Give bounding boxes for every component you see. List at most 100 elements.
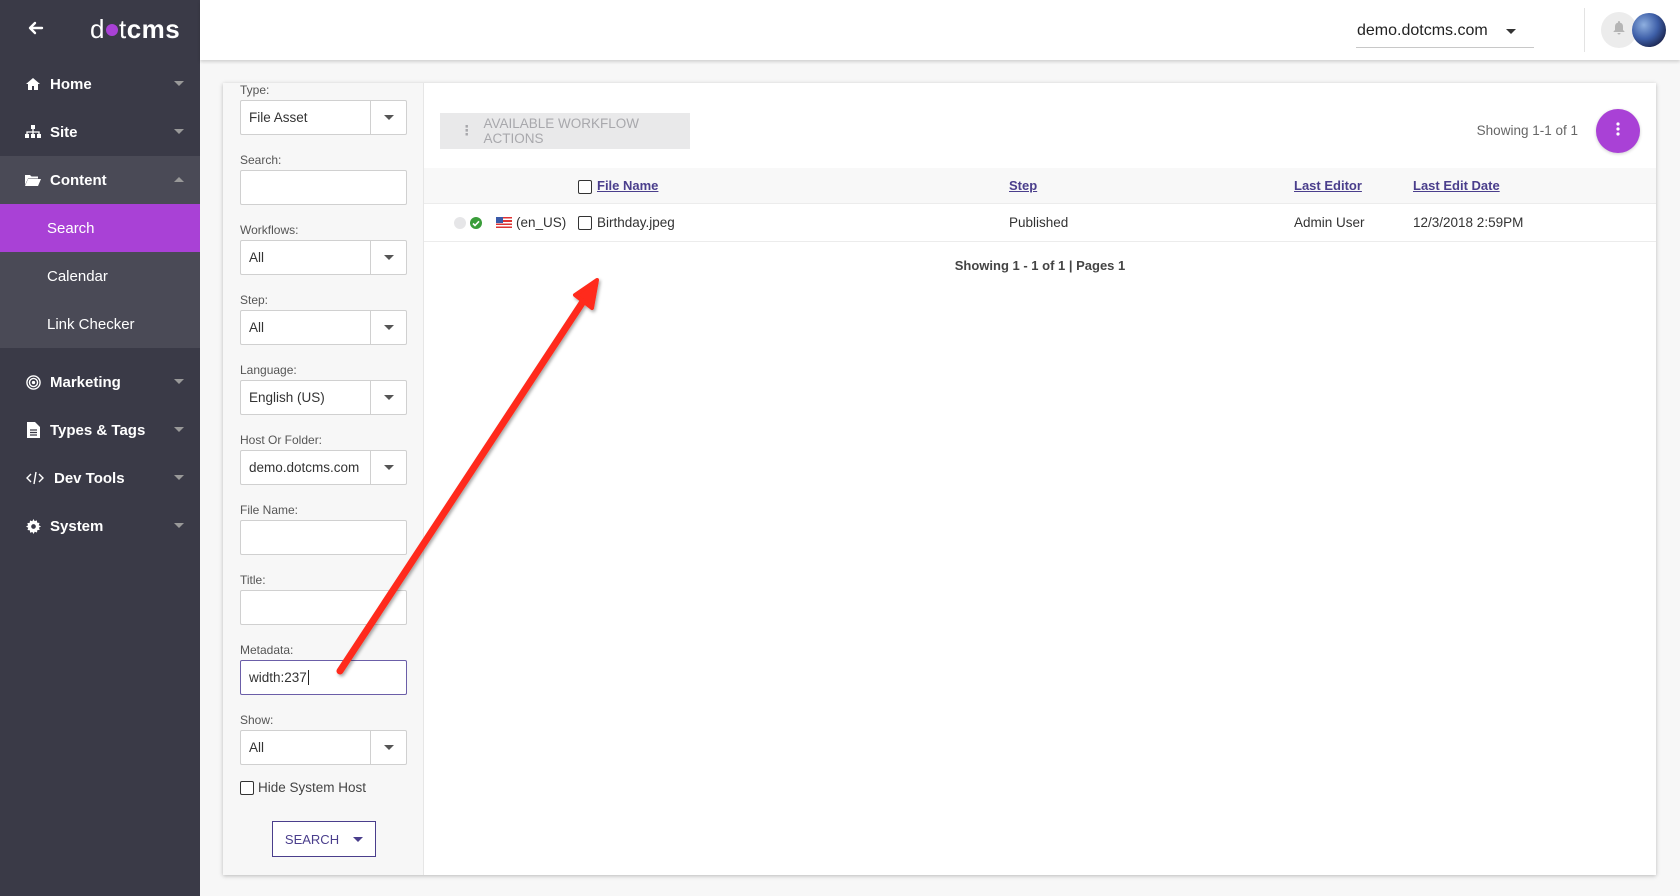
dotcms-logo[interactable]: d tcms [90, 14, 180, 45]
sidebar-header: d tcms [0, 0, 200, 60]
metadata-input[interactable]: width:237 [240, 660, 407, 695]
sidebar-item-types-tags[interactable]: Types & Tags [0, 406, 200, 454]
host-folder-label: Host Or Folder: [240, 433, 323, 447]
sidebar-group-content: Content Search Calendar Link Checker [0, 156, 200, 348]
metadata-input-value: width:237 [249, 670, 307, 685]
table-row[interactable]: (en_US) Birthday.jpeg Published Admin Us… [424, 204, 1656, 242]
row-language: (en_US) [516, 215, 567, 230]
step-select[interactable]: All [240, 310, 407, 345]
workflows-select-value: All [249, 250, 265, 265]
more-actions-button[interactable] [1596, 109, 1640, 153]
column-header-step[interactable]: Step [1009, 178, 1037, 193]
workflow-actions-label: AVAILABLE WORKFLOW ACTIONS [483, 116, 640, 146]
show-select-value: All [249, 740, 265, 755]
sidebar-item-site[interactable]: Site [0, 108, 200, 156]
search-label: Search: [240, 153, 282, 167]
bullseye-icon [24, 374, 42, 390]
title-input[interactable] [240, 590, 407, 625]
file-text-icon [24, 422, 42, 438]
file-name-label: File Name: [240, 503, 299, 517]
sidebar-item-content[interactable]: Content [0, 156, 200, 204]
chevron-down-icon[interactable] [370, 381, 406, 414]
language-select-value: English (US) [249, 390, 325, 405]
gear-icon [24, 518, 42, 534]
host-folder-select-value: demo.dotcms.com [249, 460, 360, 475]
title-label: Title: [240, 573, 266, 587]
type-select[interactable]: File Asset [240, 100, 407, 135]
chevron-down-icon[interactable] [370, 451, 406, 484]
content-search-card: Type: File Asset Search: Workflows: All … [223, 83, 1656, 875]
column-header-last-edit-date[interactable]: Last Edit Date [1413, 178, 1500, 193]
search-results: ⋮ AVAILABLE WORKFLOW ACTIONS Showing 1-1… [424, 83, 1656, 875]
row-last-editor: Admin User [1294, 215, 1365, 230]
pagination-summary: Showing 1 - 1 of 1 | Pages 1 [954, 258, 1126, 273]
text-cursor [307, 670, 309, 685]
row-step: Published [1009, 215, 1069, 230]
chevron-down-icon[interactable] [353, 836, 364, 842]
chevron-up-icon [174, 177, 184, 182]
arrow-left-icon[interactable] [28, 20, 48, 40]
step-select-value: All [249, 320, 265, 335]
metadata-label: Metadata: [240, 643, 294, 657]
select-all-checkbox[interactable] [578, 180, 592, 194]
show-select[interactable]: All [240, 730, 407, 765]
site-selector-value: demo.dotcms.com [1357, 21, 1488, 39]
type-label: Type: [240, 83, 270, 97]
us-flag-icon [496, 217, 512, 228]
host-folder-select[interactable]: demo.dotcms.com [240, 450, 407, 485]
folder-open-icon [24, 173, 42, 187]
results-table-header: File Name Step Last Editor Last Edit Dat… [424, 168, 1656, 204]
sidebar-item-label: Types & Tags [50, 421, 146, 439]
hide-system-host-checkbox[interactable]: Hide System Host [240, 780, 366, 795]
file-name-input[interactable] [240, 520, 407, 555]
vertical-dots-icon: ⋮ [460, 123, 474, 138]
chevron-down-icon[interactable] [370, 731, 406, 764]
bell-icon [1613, 20, 1625, 40]
logo-dot [105, 24, 118, 36]
row-file-name[interactable]: Birthday.jpeg [597, 215, 675, 230]
sidebar-item-dev-tools[interactable]: Dev Tools [0, 454, 200, 502]
sidebar-item-label: Site [50, 123, 78, 141]
search-filters-panel: Type: File Asset Search: Workflows: All … [223, 83, 424, 875]
logo-text-d: d [90, 14, 105, 44]
status-archived-icon [454, 217, 466, 229]
sidebar-subitem-link-checker[interactable]: Link Checker [0, 300, 200, 348]
search-button[interactable]: SEARCH [272, 821, 376, 857]
sidebar-item-marketing[interactable]: Marketing [0, 358, 200, 406]
checkbox[interactable] [240, 780, 254, 795]
chevron-down-icon [1506, 29, 1516, 34]
sidebar-item-label: Marketing [50, 373, 121, 391]
row-checkbox[interactable] [578, 216, 592, 230]
sidebar-subitem-search[interactable]: Search [0, 204, 200, 252]
chevron-down-icon [174, 427, 184, 432]
sidebar-item-system[interactable]: System [0, 502, 200, 550]
site-selector[interactable]: demo.dotcms.com [1356, 14, 1534, 48]
sitemap-icon [24, 125, 42, 139]
language-label: Language: [240, 363, 297, 377]
hide-system-host-label: Hide System Host [258, 780, 367, 795]
chevron-down-icon[interactable] [370, 311, 406, 344]
column-header-last-editor[interactable]: Last Editor [1294, 178, 1362, 193]
chevron-down-icon [174, 81, 184, 86]
language-select[interactable]: English (US) [240, 380, 407, 415]
sidebar-item-label: System [50, 517, 104, 535]
show-label: Show: [240, 713, 274, 727]
search-input[interactable] [240, 170, 407, 205]
column-header-file-name[interactable]: File Name [597, 178, 658, 193]
workflows-select[interactable]: All [240, 240, 407, 275]
sidebar-subitem-calendar[interactable]: Calendar [0, 252, 200, 300]
type-select-value: File Asset [249, 110, 308, 125]
sidebar: d tcms Home Site Content Search Calendar … [0, 0, 200, 896]
chevron-down-icon [174, 523, 184, 528]
sidebar-item-label: Dev Tools [54, 469, 125, 487]
user-avatar[interactable] [1632, 13, 1666, 47]
chevron-down-icon[interactable] [370, 241, 406, 274]
row-last-edit-date: 12/3/2018 2:59PM [1413, 215, 1524, 230]
status-live-icon [470, 217, 482, 229]
sidebar-item-home[interactable]: Home [0, 60, 200, 108]
chevron-down-icon[interactable] [370, 101, 406, 134]
available-workflow-actions-button[interactable]: ⋮ AVAILABLE WORKFLOW ACTIONS [440, 113, 690, 149]
results-count: Showing 1-1 of 1 [1476, 123, 1578, 138]
sidebar-item-label: Home [50, 75, 92, 93]
code-icon [24, 471, 46, 485]
